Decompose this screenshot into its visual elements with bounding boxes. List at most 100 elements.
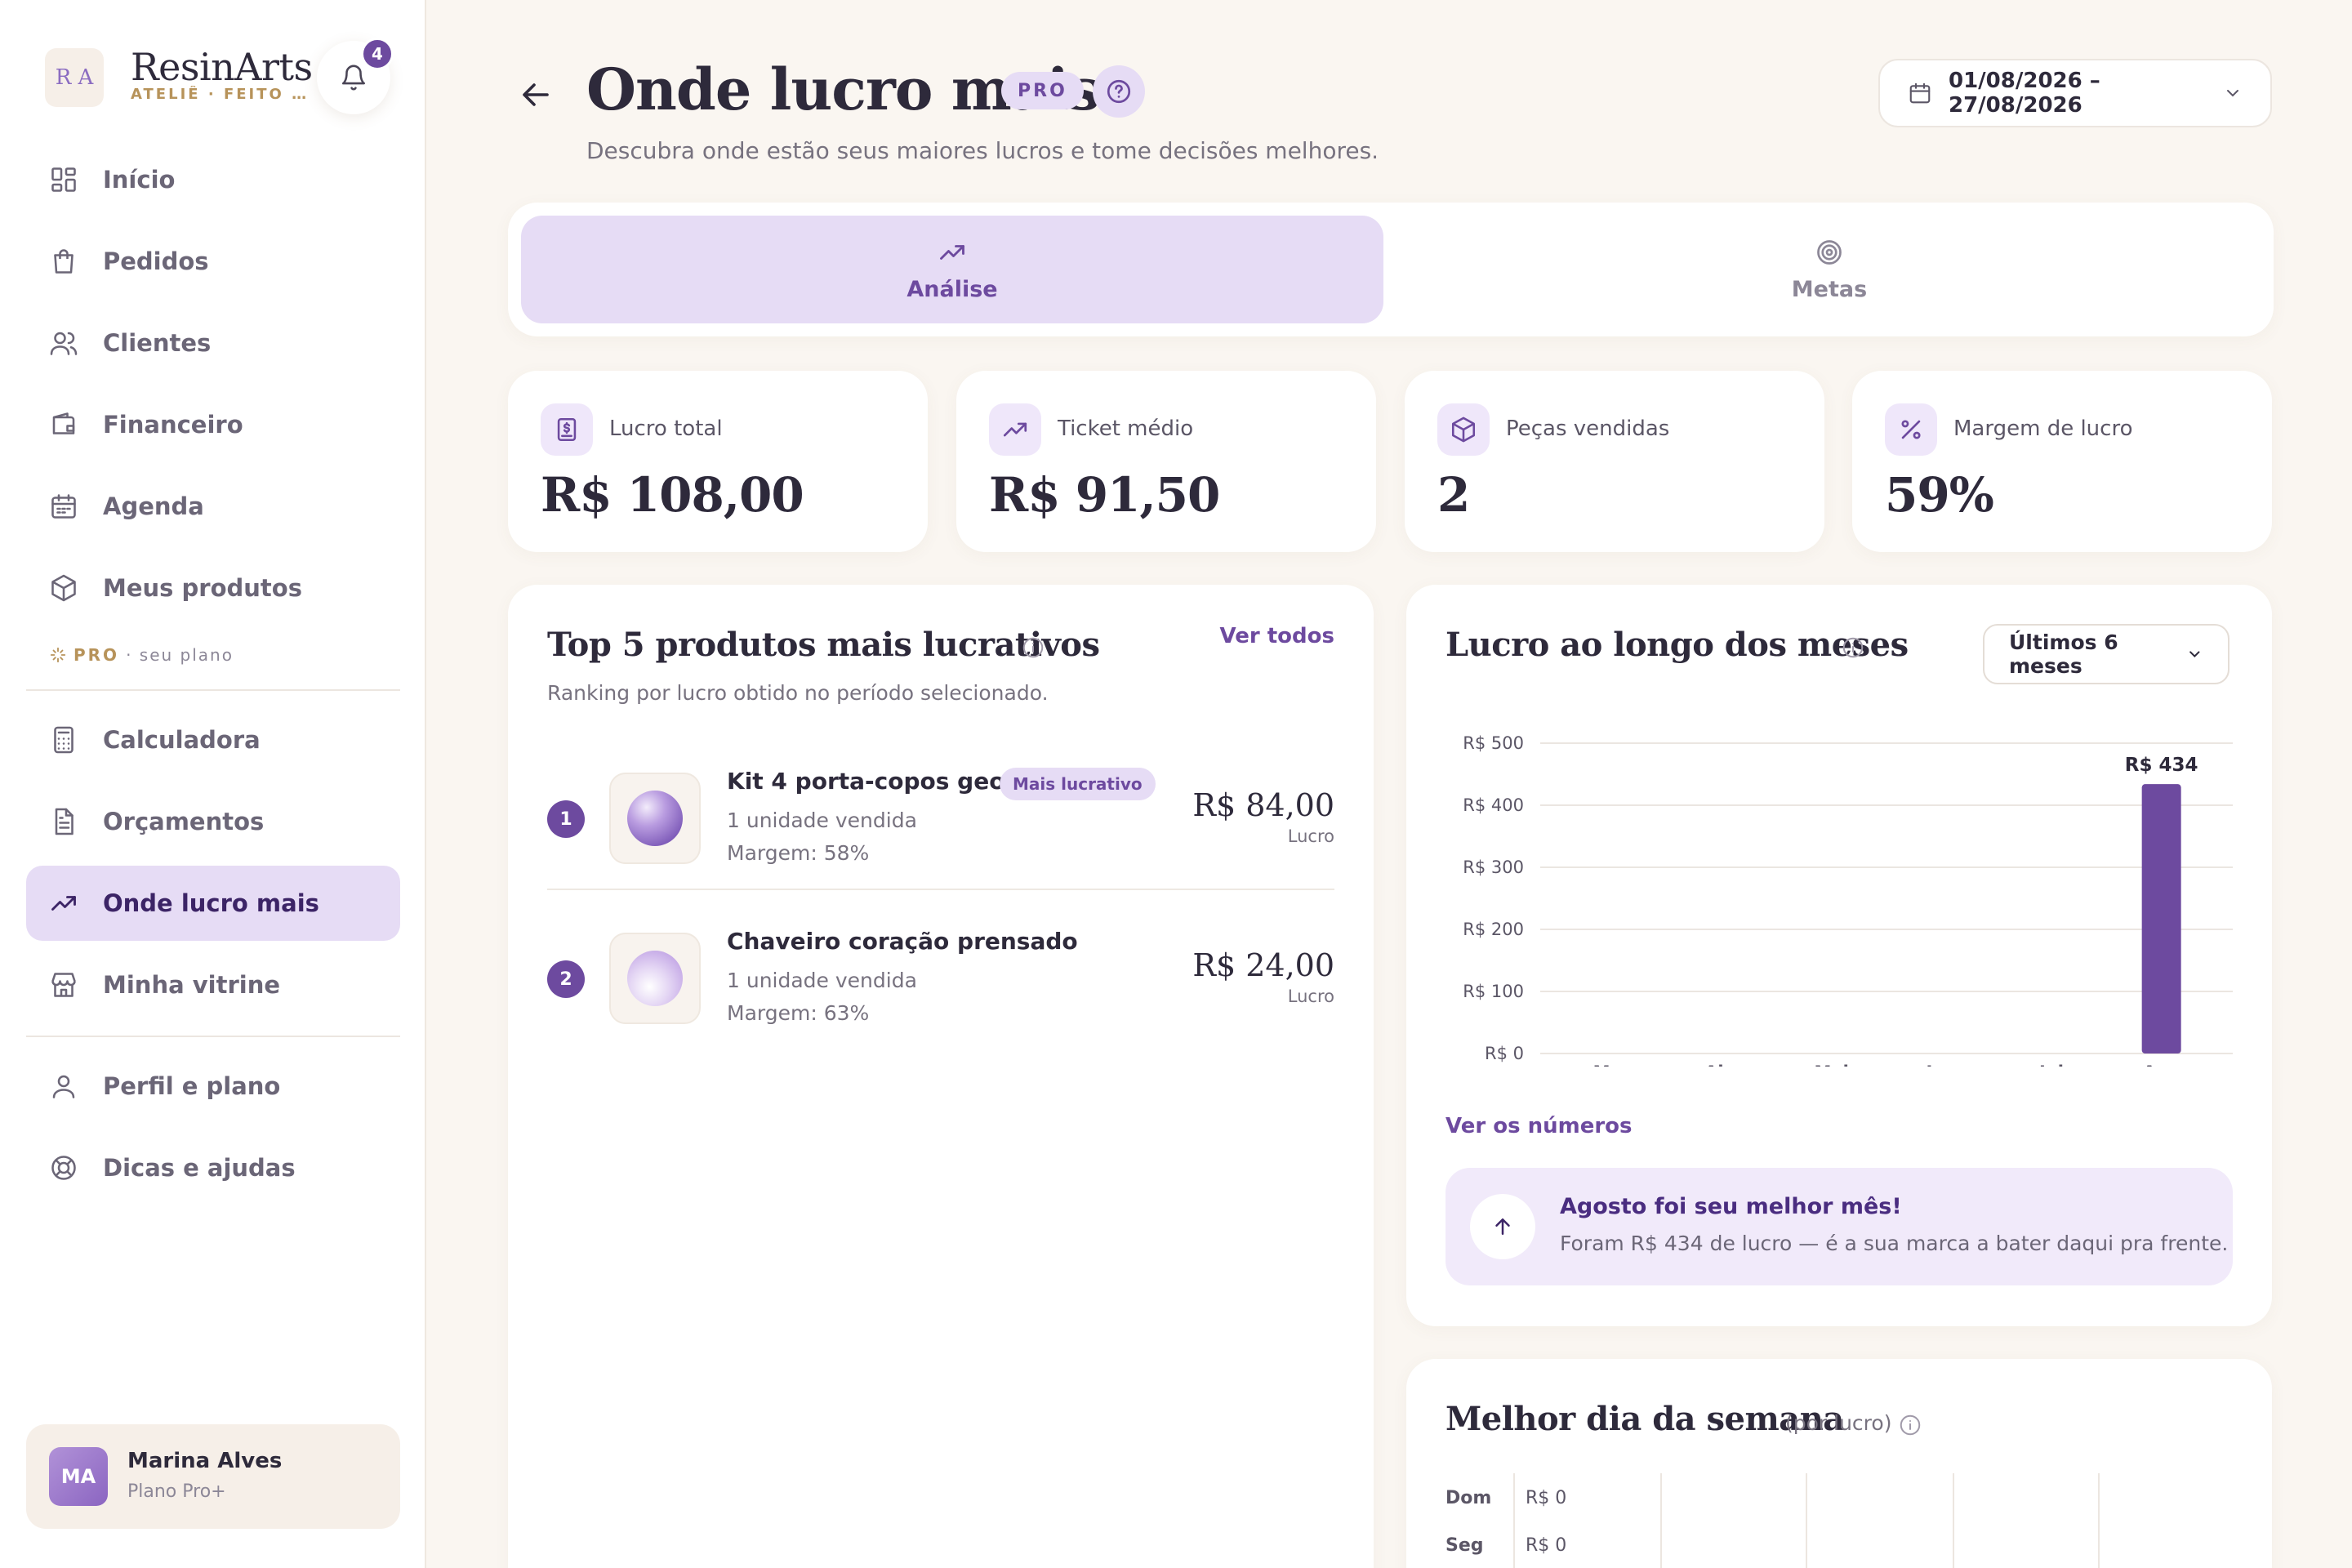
account-nav: Perfil e plano Dicas e ajudas	[26, 1049, 400, 1212]
user-card[interactable]: MA Marina Alves Plano Pro+	[26, 1424, 400, 1529]
period-select-value: Últimos 6 meses	[2009, 630, 2118, 678]
weekday-label: Seg	[1446, 1535, 1484, 1556]
see-numbers-link[interactable]: Ver os números	[1446, 1114, 1633, 1138]
sidebar-item-label: Calculadora	[103, 726, 261, 754]
arrow-left-icon	[523, 83, 549, 106]
product-name: Kit 4 porta-copos geode	[727, 768, 1037, 795]
card-subtitle: Ranking por lucro obtido no período sele…	[547, 681, 1049, 705]
sidebar-item-label: Perfil e plano	[103, 1072, 281, 1100]
shopping-bag-icon	[54, 249, 74, 274]
tab-metas[interactable]: Metas	[1398, 216, 2261, 323]
sidebar-item-inicio[interactable]: Início	[26, 142, 400, 217]
product-units: 1 unidade vendida	[727, 969, 917, 992]
sidebar-item-orcamentos[interactable]: Orçamentos	[26, 784, 400, 859]
help-circle-icon	[1107, 79, 1131, 104]
help-button[interactable]	[1093, 65, 1145, 118]
calendar-icon	[1909, 82, 1931, 104]
top-products-card: Top 5 produtos mais lucrativos Ver todos…	[508, 585, 1374, 1568]
card-qualifier: (por lucro)	[1785, 1411, 1892, 1435]
see-all-link[interactable]: Ver todos	[1220, 624, 1334, 648]
notifications-button[interactable]: 4	[317, 38, 394, 114]
product-profit-label: Lucro	[1287, 826, 1334, 846]
kpi-label: Lucro total	[609, 416, 723, 441]
product-profit-label: Lucro	[1287, 987, 1334, 1006]
card-title: Lucro ao longo dos meses	[1446, 626, 1909, 664]
weekday-value: R$ 0	[1526, 1488, 1567, 1508]
card-title: Top 5 produtos mais lucrativos	[547, 626, 1100, 664]
monthly-profit-chart: R$ 0 R$ 100 R$ 200 R$ 300 R$ 400 R$ 500 Mar Abr…	[1463, 733, 2233, 1067]
lifebuoy-icon	[51, 1156, 76, 1180]
page-subtitle: Descubra onde estão seus maiores lucros …	[586, 137, 1379, 164]
tab-analise[interactable]: Análise	[521, 216, 1383, 323]
box-icon	[1437, 403, 1490, 456]
y-tick-label: R$ 0	[1485, 1044, 1524, 1063]
sidebar-item-agenda[interactable]: Agenda	[26, 469, 400, 544]
weekday-label: Dom	[1446, 1488, 1492, 1508]
info-icon[interactable]	[1898, 1413, 1922, 1437]
x-tick-label: Mar	[1593, 1062, 1631, 1067]
kpi-value: 59%	[1885, 467, 1994, 523]
product-margin: Margem: 63%	[727, 1001, 870, 1025]
sidebar-item-label: Minha vitrine	[103, 971, 281, 999]
bar-data-label: R$ 434	[2125, 755, 2198, 776]
avatar: MA	[49, 1447, 108, 1506]
sidebar-item-label: Dicas e ajudas	[103, 1154, 296, 1182]
product-row[interactable]: 2 Chaveiro coração prensado 1 unidade ve…	[547, 918, 1334, 1049]
product-units: 1 unidade vendida	[727, 808, 917, 832]
kpi-card-ticket-medio: Ticket médio R$ 91,50	[956, 371, 1376, 552]
brand-logo: R A	[45, 48, 104, 107]
sidebar-item-minha-vitrine[interactable]: Minha vitrine	[26, 947, 400, 1022]
user-icon	[52, 1075, 75, 1098]
tab-label: Metas	[1791, 276, 1868, 302]
y-tick-label: R$ 500	[1463, 733, 1524, 753]
kpi-card-margem-de-lucro: Margem de lucro 59%	[1852, 371, 2272, 552]
x-tick-label: Jun	[1924, 1062, 1957, 1067]
x-tick-label: Ago	[2143, 1062, 2180, 1067]
best-weekday-card: Melhor dia da semana (por lucro) Dom R$ …	[1406, 1359, 2272, 1568]
info-icon[interactable]	[1021, 635, 1045, 660]
sidebar-item-label: Orçamentos	[103, 808, 265, 835]
best-month-insight: Agosto foi seu melhor mês! Foram R$ 434 …	[1446, 1168, 2233, 1285]
date-range-value: 01/08/2026 – 27/08/2026	[1949, 69, 2100, 118]
notification-count-badge: 4	[361, 38, 394, 70]
pro-badge: PRO	[1001, 72, 1084, 109]
date-range-picker[interactable]: 01/08/2026 – 27/08/2026	[1878, 59, 2272, 127]
calendar-icon	[51, 494, 76, 519]
chevron-down-icon	[2189, 651, 2200, 658]
sidebar: R A ResinArts ATELIÊ · FEITO À MÃO 4 Iní…	[0, 0, 426, 1568]
percent-icon	[1885, 403, 1937, 456]
bar-ago[interactable]	[2141, 784, 2181, 1054]
target-icon	[1817, 239, 1842, 265]
user-name: Marina Alves	[127, 1449, 283, 1473]
sidebar-item-dicas-e-ajudas[interactable]: Dicas e ajudas	[26, 1130, 400, 1205]
sidebar-item-calculadora[interactable]: Calculadora	[26, 702, 400, 777]
trending-up-icon	[940, 244, 964, 260]
sidebar-item-onde-lucro-mais[interactable]: Onde lucro mais	[26, 866, 400, 941]
sidebar-divider	[26, 1036, 400, 1037]
bell-icon	[341, 65, 366, 91]
sidebar-item-label: Financeiro	[103, 411, 243, 439]
tab-bar: Análise Metas	[508, 203, 2274, 336]
box-icon	[51, 574, 76, 602]
sidebar-item-meus-produtos[interactable]: Meus produtos	[26, 550, 400, 626]
chevron-down-icon	[2227, 90, 2238, 97]
product-profit: R$ 24,00	[1192, 947, 1334, 983]
insight-title: Agosto foi seu melhor mês!	[1560, 1194, 1902, 1219]
arrow-up-icon	[1470, 1194, 1535, 1259]
storefront-icon	[51, 973, 76, 997]
sidebar-item-financeiro[interactable]: Financeiro	[26, 387, 400, 462]
grid-icon	[51, 167, 76, 192]
sidebar-item-pedidos[interactable]: Pedidos	[26, 224, 400, 299]
rank-badge: 1	[547, 800, 585, 838]
kpi-value: R$ 91,50	[989, 467, 1220, 523]
back-button[interactable]	[516, 75, 555, 114]
info-icon[interactable]	[1841, 635, 1865, 660]
divider	[547, 889, 1334, 890]
product-thumbnail	[609, 773, 701, 864]
sidebar-item-clientes[interactable]: Clientes	[26, 305, 400, 381]
kpi-value: R$ 108,00	[541, 467, 804, 523]
sidebar-item-perfil-e-plano[interactable]: Perfil e plano	[26, 1049, 400, 1124]
y-tick-label: R$ 100	[1463, 982, 1524, 1001]
product-row[interactable]: 1 Kit 4 porta-copos geode Mais lucrativo…	[547, 758, 1334, 889]
period-select[interactable]: Últimos 6 meses	[1983, 624, 2230, 684]
